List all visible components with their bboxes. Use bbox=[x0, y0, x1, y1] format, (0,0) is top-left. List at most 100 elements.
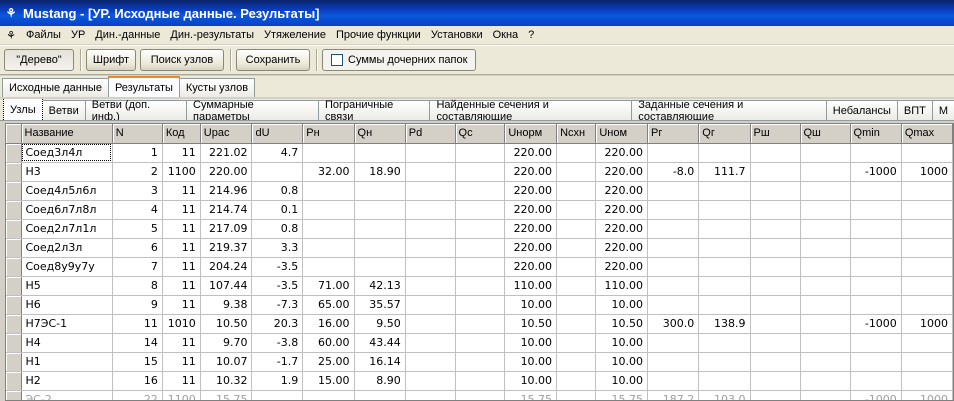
table-cell[interactable] bbox=[750, 219, 801, 239]
column-header[interactable]: Uнорм bbox=[504, 124, 558, 144]
table-cell[interactable] bbox=[556, 238, 597, 258]
mdi-system-icon[interactable]: ⚘ bbox=[3, 27, 19, 43]
table-cell[interactable]: 8.90 bbox=[354, 371, 406, 391]
table-cell[interactable] bbox=[455, 333, 506, 353]
column-header[interactable]: Qmax bbox=[901, 124, 953, 144]
table-cell[interactable] bbox=[354, 181, 406, 201]
column-header[interactable]: Qc bbox=[455, 124, 506, 144]
table-cell[interactable] bbox=[750, 352, 801, 372]
table-cell[interactable]: 10.32 bbox=[200, 371, 253, 391]
table-cell[interactable] bbox=[405, 143, 456, 163]
table-cell[interactable] bbox=[800, 219, 851, 239]
menu-help[interactable]: ? bbox=[523, 26, 539, 44]
menu-other-functions[interactable]: Прочие функции bbox=[331, 26, 426, 44]
table-cell[interactable]: 11 bbox=[162, 352, 201, 372]
table-cell[interactable] bbox=[455, 181, 506, 201]
table-cell[interactable] bbox=[556, 200, 597, 220]
table-cell[interactable] bbox=[750, 143, 801, 163]
table-row[interactable]: Н3 2 1100 220.00 32.00 18.90 220.00 220.00 -8.0 1… bbox=[6, 162, 953, 182]
table-cell[interactable] bbox=[455, 143, 506, 163]
table-cell[interactable]: Соед8у9у7у bbox=[21, 257, 113, 277]
table-cell[interactable] bbox=[556, 295, 597, 315]
table-cell[interactable] bbox=[750, 390, 801, 400]
table-cell[interactable]: 7 bbox=[112, 257, 163, 277]
table-cell[interactable]: 1100 bbox=[162, 162, 201, 182]
table-cell[interactable]: 220.00 bbox=[595, 181, 649, 201]
table-row[interactable]: Соед2л7л1л 5 11 217.09 0.8 220.00 220.00 bbox=[6, 219, 953, 239]
table-cell[interactable] bbox=[800, 352, 851, 372]
table-cell[interactable]: 103.0 bbox=[698, 390, 751, 400]
table-cell[interactable]: Соед6л7л8л bbox=[21, 200, 113, 220]
table-cell[interactable] bbox=[405, 181, 456, 201]
column-header[interactable]: Qш bbox=[800, 124, 851, 144]
table-cell[interactable] bbox=[556, 371, 597, 391]
table-cell[interactable] bbox=[850, 143, 902, 163]
table-cell[interactable]: 1 bbox=[112, 143, 163, 163]
tab-found-sections[interactable]: Найденные сечения и составляющие bbox=[429, 99, 633, 120]
table-cell[interactable] bbox=[251, 390, 304, 400]
tab-more[interactable]: М bbox=[931, 100, 954, 120]
table-cell[interactable]: 138.9 bbox=[698, 314, 751, 334]
table-cell[interactable]: 42.13 bbox=[354, 276, 406, 296]
table-cell[interactable]: 2 bbox=[112, 162, 163, 182]
column-header[interactable]: Qг bbox=[698, 124, 751, 144]
table-cell[interactable] bbox=[405, 333, 456, 353]
row-indicator[interactable] bbox=[6, 276, 22, 296]
table-cell[interactable]: -3.5 bbox=[251, 276, 304, 296]
column-header[interactable]: Qн bbox=[354, 124, 406, 144]
row-indicator[interactable] bbox=[6, 371, 22, 391]
tab-nodes[interactable]: Узлы bbox=[3, 99, 43, 120]
table-cell[interactable]: Н6 bbox=[21, 295, 113, 315]
table-cell[interactable] bbox=[901, 371, 953, 391]
row-indicator[interactable] bbox=[6, 295, 22, 315]
table-cell[interactable] bbox=[455, 314, 506, 334]
table-cell[interactable]: 15.00 bbox=[302, 371, 355, 391]
table-cell[interactable]: 9.38 bbox=[200, 295, 253, 315]
table-cell[interactable]: Соед2л3л bbox=[21, 238, 113, 258]
table-cell[interactable] bbox=[556, 314, 597, 334]
table-cell[interactable] bbox=[698, 219, 751, 239]
table-cell[interactable]: 220.00 bbox=[595, 219, 649, 239]
table-cell[interactable]: 1100 bbox=[162, 390, 201, 400]
table-cell[interactable]: 3 bbox=[112, 181, 163, 201]
table-cell[interactable]: 214.96 bbox=[200, 181, 253, 201]
table-cell[interactable] bbox=[556, 143, 597, 163]
table-cell[interactable] bbox=[302, 200, 355, 220]
table-cell[interactable]: 220.00 bbox=[595, 238, 649, 258]
table-row[interactable]: Соед8у9у7у 7 11 204.24 -3.5 220.00 220.00 bbox=[6, 257, 953, 277]
table-cell[interactable]: 11 bbox=[162, 333, 201, 353]
tab-branches-extra[interactable]: Ветви (доп. инф.) bbox=[84, 99, 188, 120]
column-header[interactable]: Pd bbox=[405, 124, 456, 144]
row-indicator[interactable] bbox=[6, 219, 22, 239]
table-row[interactable]: Соед4л5л6л 3 11 214.96 0.8 220.00 220.00 bbox=[6, 181, 953, 201]
table-cell[interactable] bbox=[455, 352, 506, 372]
table-cell[interactable] bbox=[750, 371, 801, 391]
table-cell[interactable]: 219.37 bbox=[200, 238, 253, 258]
row-indicator[interactable] bbox=[6, 333, 22, 353]
table-cell[interactable] bbox=[850, 352, 902, 372]
table-cell[interactable] bbox=[901, 238, 953, 258]
table-cell[interactable] bbox=[405, 162, 456, 182]
table-cell[interactable]: 10.00 bbox=[595, 333, 649, 353]
table-cell[interactable] bbox=[556, 333, 597, 353]
table-cell[interactable] bbox=[647, 143, 700, 163]
table-cell[interactable]: 3.3 bbox=[251, 238, 304, 258]
table-cell[interactable]: 9.70 bbox=[200, 333, 253, 353]
table-cell[interactable]: 1000 bbox=[901, 314, 953, 334]
table-cell[interactable]: 110.00 bbox=[504, 276, 558, 296]
table-cell[interactable] bbox=[800, 314, 851, 334]
table-cell[interactable]: 43.44 bbox=[354, 333, 406, 353]
column-header[interactable]: Uрас bbox=[200, 124, 253, 144]
row-indicator[interactable] bbox=[6, 257, 22, 277]
table-cell[interactable]: -8.0 bbox=[647, 162, 700, 182]
table-cell[interactable] bbox=[800, 143, 851, 163]
table-cell[interactable]: 18.90 bbox=[354, 162, 406, 182]
column-header[interactable]: Nсхн bbox=[556, 124, 597, 144]
table-cell[interactable] bbox=[251, 162, 304, 182]
table-cell[interactable]: 11 bbox=[162, 238, 201, 258]
table-cell[interactable]: 20.3 bbox=[251, 314, 304, 334]
nodes-results-grid[interactable]: Название N Код Uрас dU Рн Qн Pd Qc Uнорм Nсхн Uном Р… bbox=[5, 123, 954, 401]
table-cell[interactable]: 220.00 bbox=[504, 143, 558, 163]
table-row[interactable]: Н4 14 11 9.70 -3.8 60.00 43.44 10.00 10.00 bbox=[6, 333, 953, 353]
tab-imbalances[interactable]: Небалансы bbox=[825, 100, 898, 120]
